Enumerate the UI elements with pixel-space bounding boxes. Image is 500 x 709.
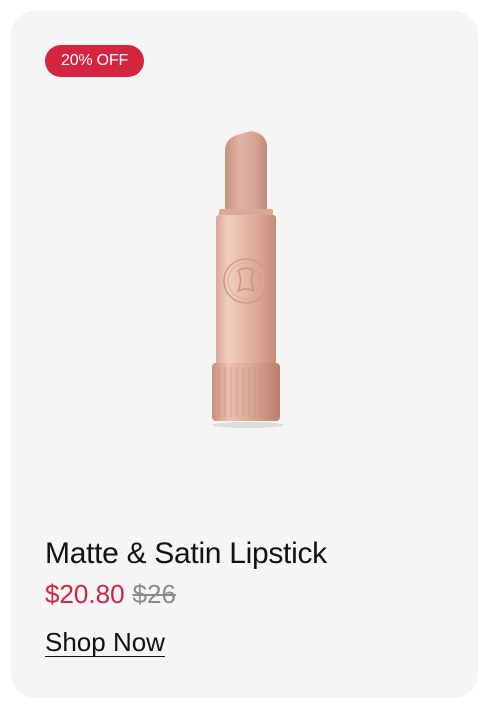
discount-badge: 20% OFF xyxy=(45,45,145,77)
product-card[interactable]: 20% OFF Matte & Satin Lipstick $20.80 $2… xyxy=(11,11,478,698)
sale-price: $20.80 xyxy=(45,579,125,609)
original-price: $26 xyxy=(132,579,176,609)
shop-now-link[interactable]: Shop Now xyxy=(45,627,165,658)
product-title: Matte & Satin Lipstick xyxy=(45,537,327,570)
lipstick-image xyxy=(212,131,284,428)
price-row: $20.80 $26 xyxy=(45,577,176,611)
